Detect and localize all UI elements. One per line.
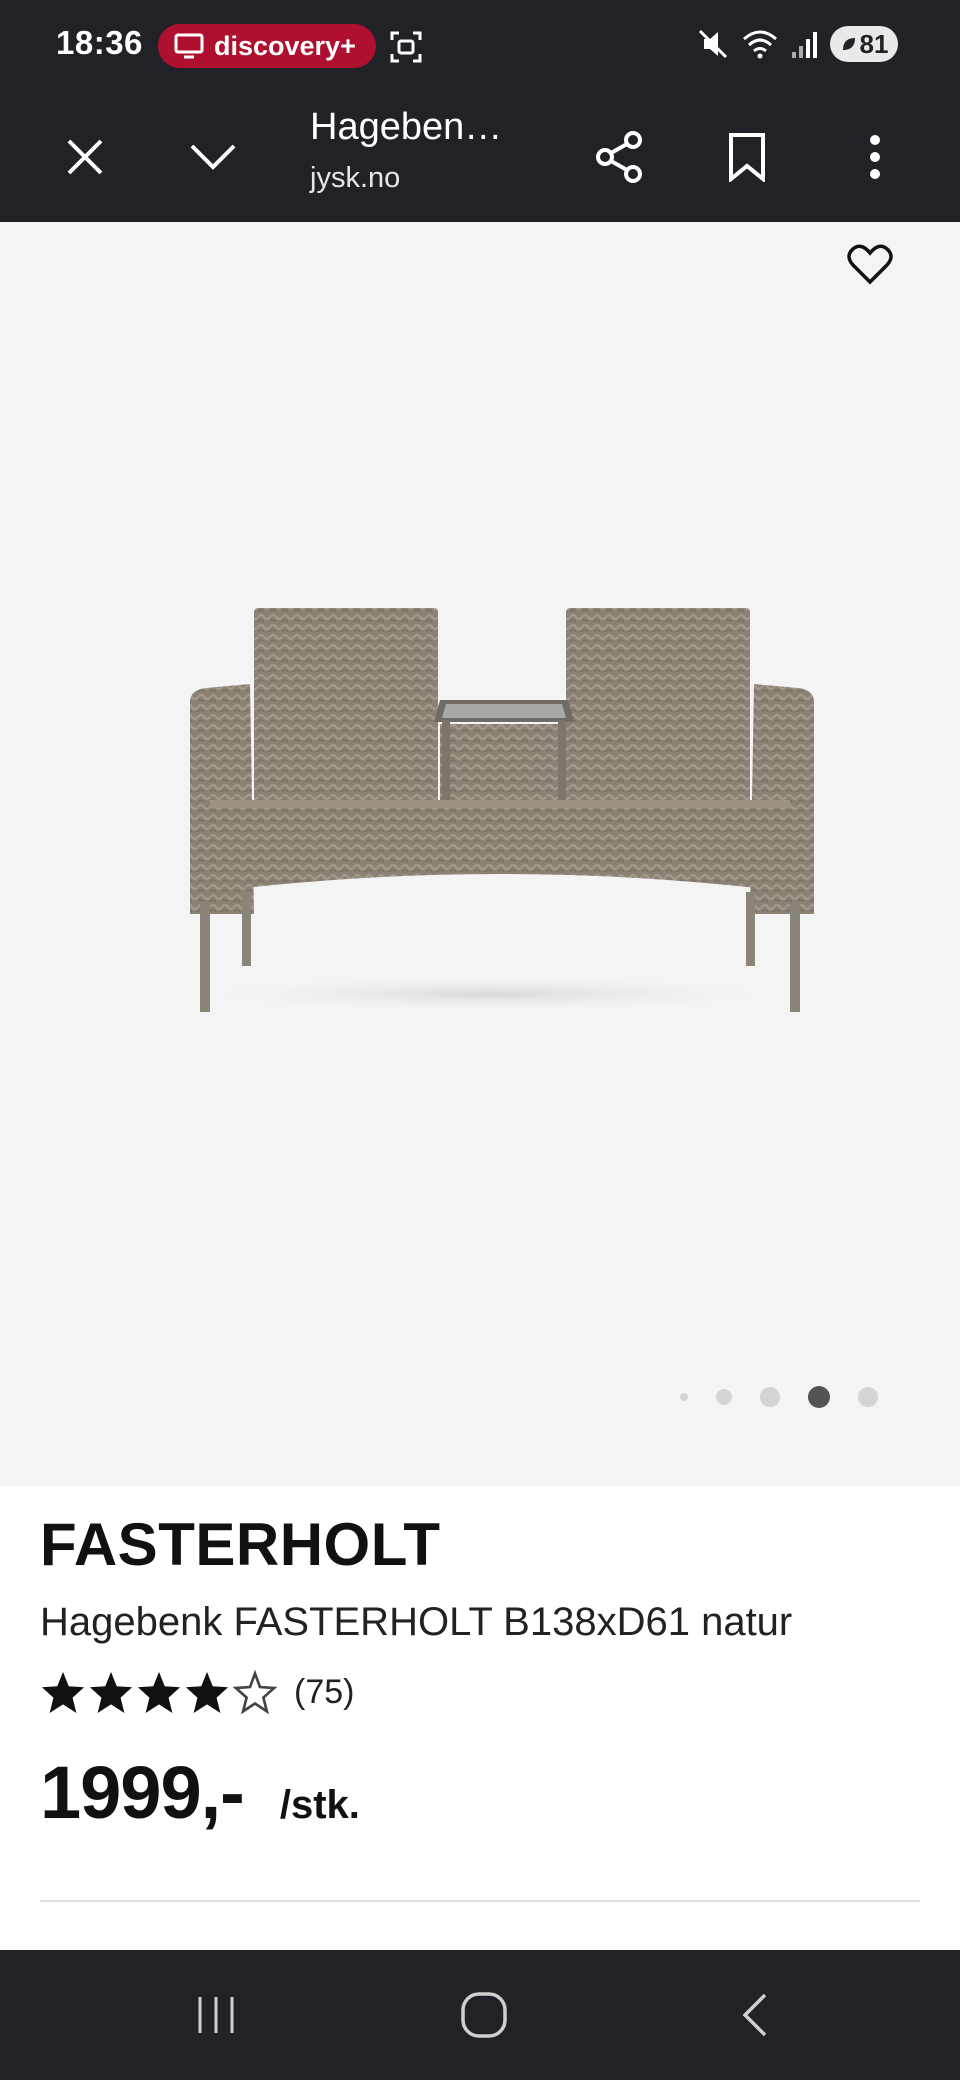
close-icon: [67, 139, 103, 175]
screenshot-icon: [390, 31, 422, 63]
status-icons: 81: [696, 26, 898, 62]
price-amount: 1999,-: [40, 1751, 245, 1834]
discovery-pill[interactable]: discovery+: [158, 24, 376, 68]
browser-toolbar: Hageben… jysk.no: [0, 92, 960, 222]
back-button[interactable]: [704, 1980, 804, 2050]
status-bar: 18:36 discovery+ 81: [0, 0, 960, 92]
gallery-pagination: [680, 1386, 906, 1408]
gallery-dot[interactable]: [716, 1389, 732, 1405]
home-button[interactable]: [434, 1980, 534, 2050]
battery-level: 81: [859, 28, 889, 59]
more-button[interactable]: [840, 122, 910, 192]
star-empty-icon: [232, 1670, 278, 1714]
back-icon: [742, 1993, 767, 2037]
more-icon: [870, 135, 880, 179]
star-filled-icon: [41, 1671, 85, 1714]
recents-icon: [198, 1997, 234, 2033]
tv-icon: [174, 33, 204, 59]
bookmark-button[interactable]: [712, 122, 782, 192]
status-time: 18:36: [56, 24, 143, 61]
favorite-button[interactable]: [840, 234, 900, 294]
minimize-button[interactable]: [178, 122, 248, 192]
close-button[interactable]: [50, 122, 120, 192]
product-gallery[interactable]: [0, 222, 960, 1486]
system-nav-bar: [0, 1950, 960, 2080]
product-brand: FASTERHOLT: [40, 1511, 441, 1578]
product-name: Hagebenk FASTERHOLT B138xD61 natur: [40, 1600, 793, 1644]
battery-icon: 81: [830, 26, 898, 62]
price-unit: /stk.: [279, 1783, 360, 1827]
bookmark-icon: [729, 133, 765, 182]
heart-icon: [847, 244, 893, 285]
page-title: Hageben…: [310, 106, 503, 148]
product-rating[interactable]: (75): [40, 1670, 354, 1714]
mute-icon: [698, 29, 728, 59]
divider: [40, 1900, 920, 1902]
wifi-icon: [743, 30, 777, 59]
garden-bench-image: [180, 608, 814, 1012]
gallery-dot[interactable]: [858, 1387, 878, 1407]
gallery-dot[interactable]: [760, 1387, 780, 1407]
gallery-dot[interactable]: [680, 1393, 688, 1401]
chevron-down-icon: [190, 144, 236, 170]
signal-icon: [792, 32, 817, 58]
discovery-label: discovery+: [214, 30, 356, 61]
star-filled-icon: [185, 1671, 229, 1714]
share-icon: [596, 131, 642, 183]
gallery-dot-active[interactable]: [808, 1386, 830, 1408]
home-icon: [461, 1992, 507, 2038]
page-url: jysk.no: [310, 162, 401, 194]
review-count[interactable]: (75): [294, 1673, 354, 1712]
share-button[interactable]: [584, 122, 654, 192]
recents-button[interactable]: [166, 1980, 266, 2050]
product-price: 1999,- /stk.: [40, 1750, 360, 1835]
star-filled-icon: [89, 1671, 133, 1714]
star-filled-icon: [137, 1671, 181, 1714]
